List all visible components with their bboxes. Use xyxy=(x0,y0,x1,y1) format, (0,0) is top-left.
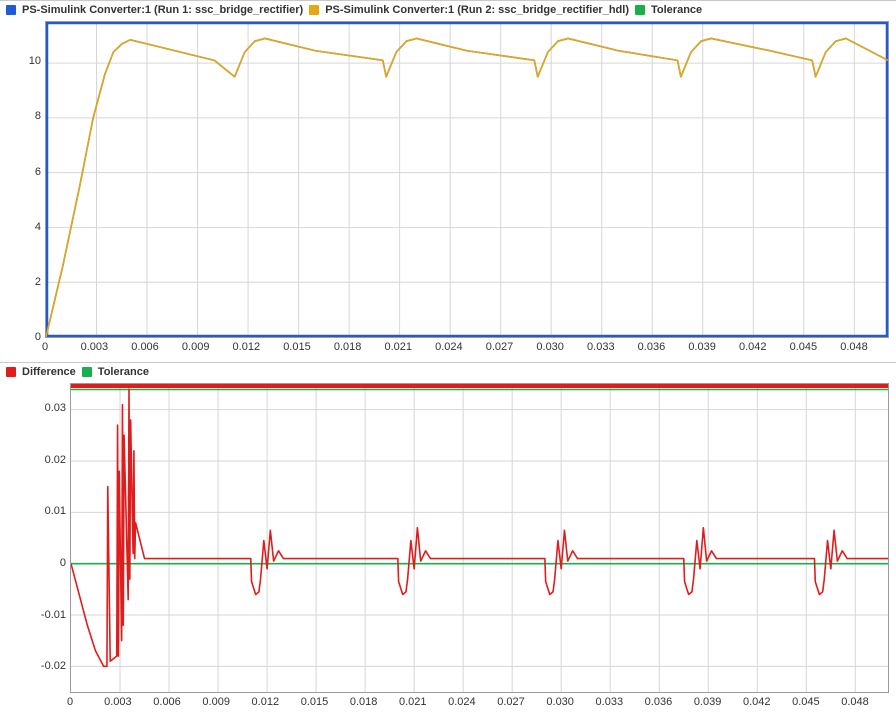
legend-label: Difference xyxy=(22,366,76,378)
legend-swatch xyxy=(635,5,645,15)
x-tick-label: 0.006 xyxy=(131,341,159,353)
x-tick-label: 0.006 xyxy=(153,696,181,708)
y-tick-label: 0 xyxy=(35,331,41,343)
x-tick-label: 0.039 xyxy=(688,341,716,353)
x-tick-label: 0.039 xyxy=(694,696,722,708)
x-tick-label: 0.027 xyxy=(497,696,525,708)
legend-top: PS-Simulink Converter:1 (Run 1: ssc_brid… xyxy=(6,4,702,16)
x-tick-label: 0.003 xyxy=(104,696,132,708)
y-tick-label: 0 xyxy=(60,557,66,569)
x-tick-label: 0.012 xyxy=(252,696,280,708)
legend-label: PS-Simulink Converter:1 (Run 1: ssc_brid… xyxy=(22,4,303,16)
plot-area-top[interactable] xyxy=(45,21,889,338)
x-tick-label: 0.009 xyxy=(202,696,230,708)
legend-item[interactable]: Tolerance xyxy=(635,4,702,16)
y-tick-label: -0.01 xyxy=(41,609,66,621)
y-tick-label: 2 xyxy=(35,276,41,288)
legend-swatch xyxy=(6,5,16,15)
legend-item[interactable]: Tolerance xyxy=(82,366,149,378)
x-tick-label: 0.048 xyxy=(841,696,869,708)
y-tick-label: 10 xyxy=(29,55,41,67)
legend-label: Tolerance xyxy=(98,366,149,378)
y-tick-label: 0.03 xyxy=(45,402,66,414)
x-tick-label: 0.030 xyxy=(546,696,574,708)
x-tick-label: 0.030 xyxy=(536,341,564,353)
legend-bottom: Difference Tolerance xyxy=(6,366,149,378)
x-tick-label: 0.021 xyxy=(399,696,427,708)
x-tick-label: 0.012 xyxy=(233,341,261,353)
x-tick-label: 0.033 xyxy=(596,696,624,708)
x-tick-label: 0.015 xyxy=(301,696,329,708)
signal-comparison-plot: PS-Simulink Converter:1 (Run 1: ssc_brid… xyxy=(0,0,896,362)
difference-plot: Difference Tolerance -0.02 -0.01 0 0.01 0.02 0… xyxy=(0,362,896,712)
x-tick-label: 0.024 xyxy=(435,341,463,353)
plot-area-bottom[interactable] xyxy=(70,383,889,693)
legend-swatch xyxy=(6,367,16,377)
y-tick-label: 8 xyxy=(35,110,41,122)
x-tick-label: 0.045 xyxy=(790,341,818,353)
x-tick-label: 0.042 xyxy=(743,696,771,708)
legend-item[interactable]: Difference xyxy=(6,366,76,378)
legend-item[interactable]: PS-Simulink Converter:1 (Run 1: ssc_brid… xyxy=(6,4,303,16)
legend-label: Tolerance xyxy=(651,4,702,16)
y-tick-label: 6 xyxy=(35,166,41,178)
x-tick-label: 0.024 xyxy=(448,696,476,708)
x-tick-label: 0.033 xyxy=(587,341,615,353)
y-tick-label: 0.01 xyxy=(45,505,66,517)
x-tick-label: 0.021 xyxy=(384,341,412,353)
x-tick-label: 0 xyxy=(42,341,48,353)
x-tick-label: 0.048 xyxy=(840,341,868,353)
x-tick-label: 0 xyxy=(67,696,73,708)
x-tick-label: 0.015 xyxy=(283,341,311,353)
x-tick-label: 0.009 xyxy=(182,341,210,353)
x-tick-label: 0.036 xyxy=(638,341,666,353)
x-tick-label: 0.018 xyxy=(334,341,362,353)
legend-item[interactable]: PS-Simulink Converter:1 (Run 2: ssc_brid… xyxy=(309,4,629,16)
legend-swatch xyxy=(309,5,319,15)
x-tick-label: 0.045 xyxy=(792,696,820,708)
x-tick-label: 0.027 xyxy=(486,341,514,353)
y-tick-label: 0.02 xyxy=(45,454,66,466)
y-tick-label: 4 xyxy=(35,221,41,233)
legend-swatch xyxy=(82,367,92,377)
x-tick-label: 0.003 xyxy=(81,341,109,353)
legend-label: PS-Simulink Converter:1 (Run 2: ssc_brid… xyxy=(325,4,629,16)
y-tick-label: -0.02 xyxy=(41,660,66,672)
x-tick-label: 0.042 xyxy=(739,341,767,353)
x-tick-label: 0.018 xyxy=(350,696,378,708)
x-tick-label: 0.036 xyxy=(645,696,673,708)
